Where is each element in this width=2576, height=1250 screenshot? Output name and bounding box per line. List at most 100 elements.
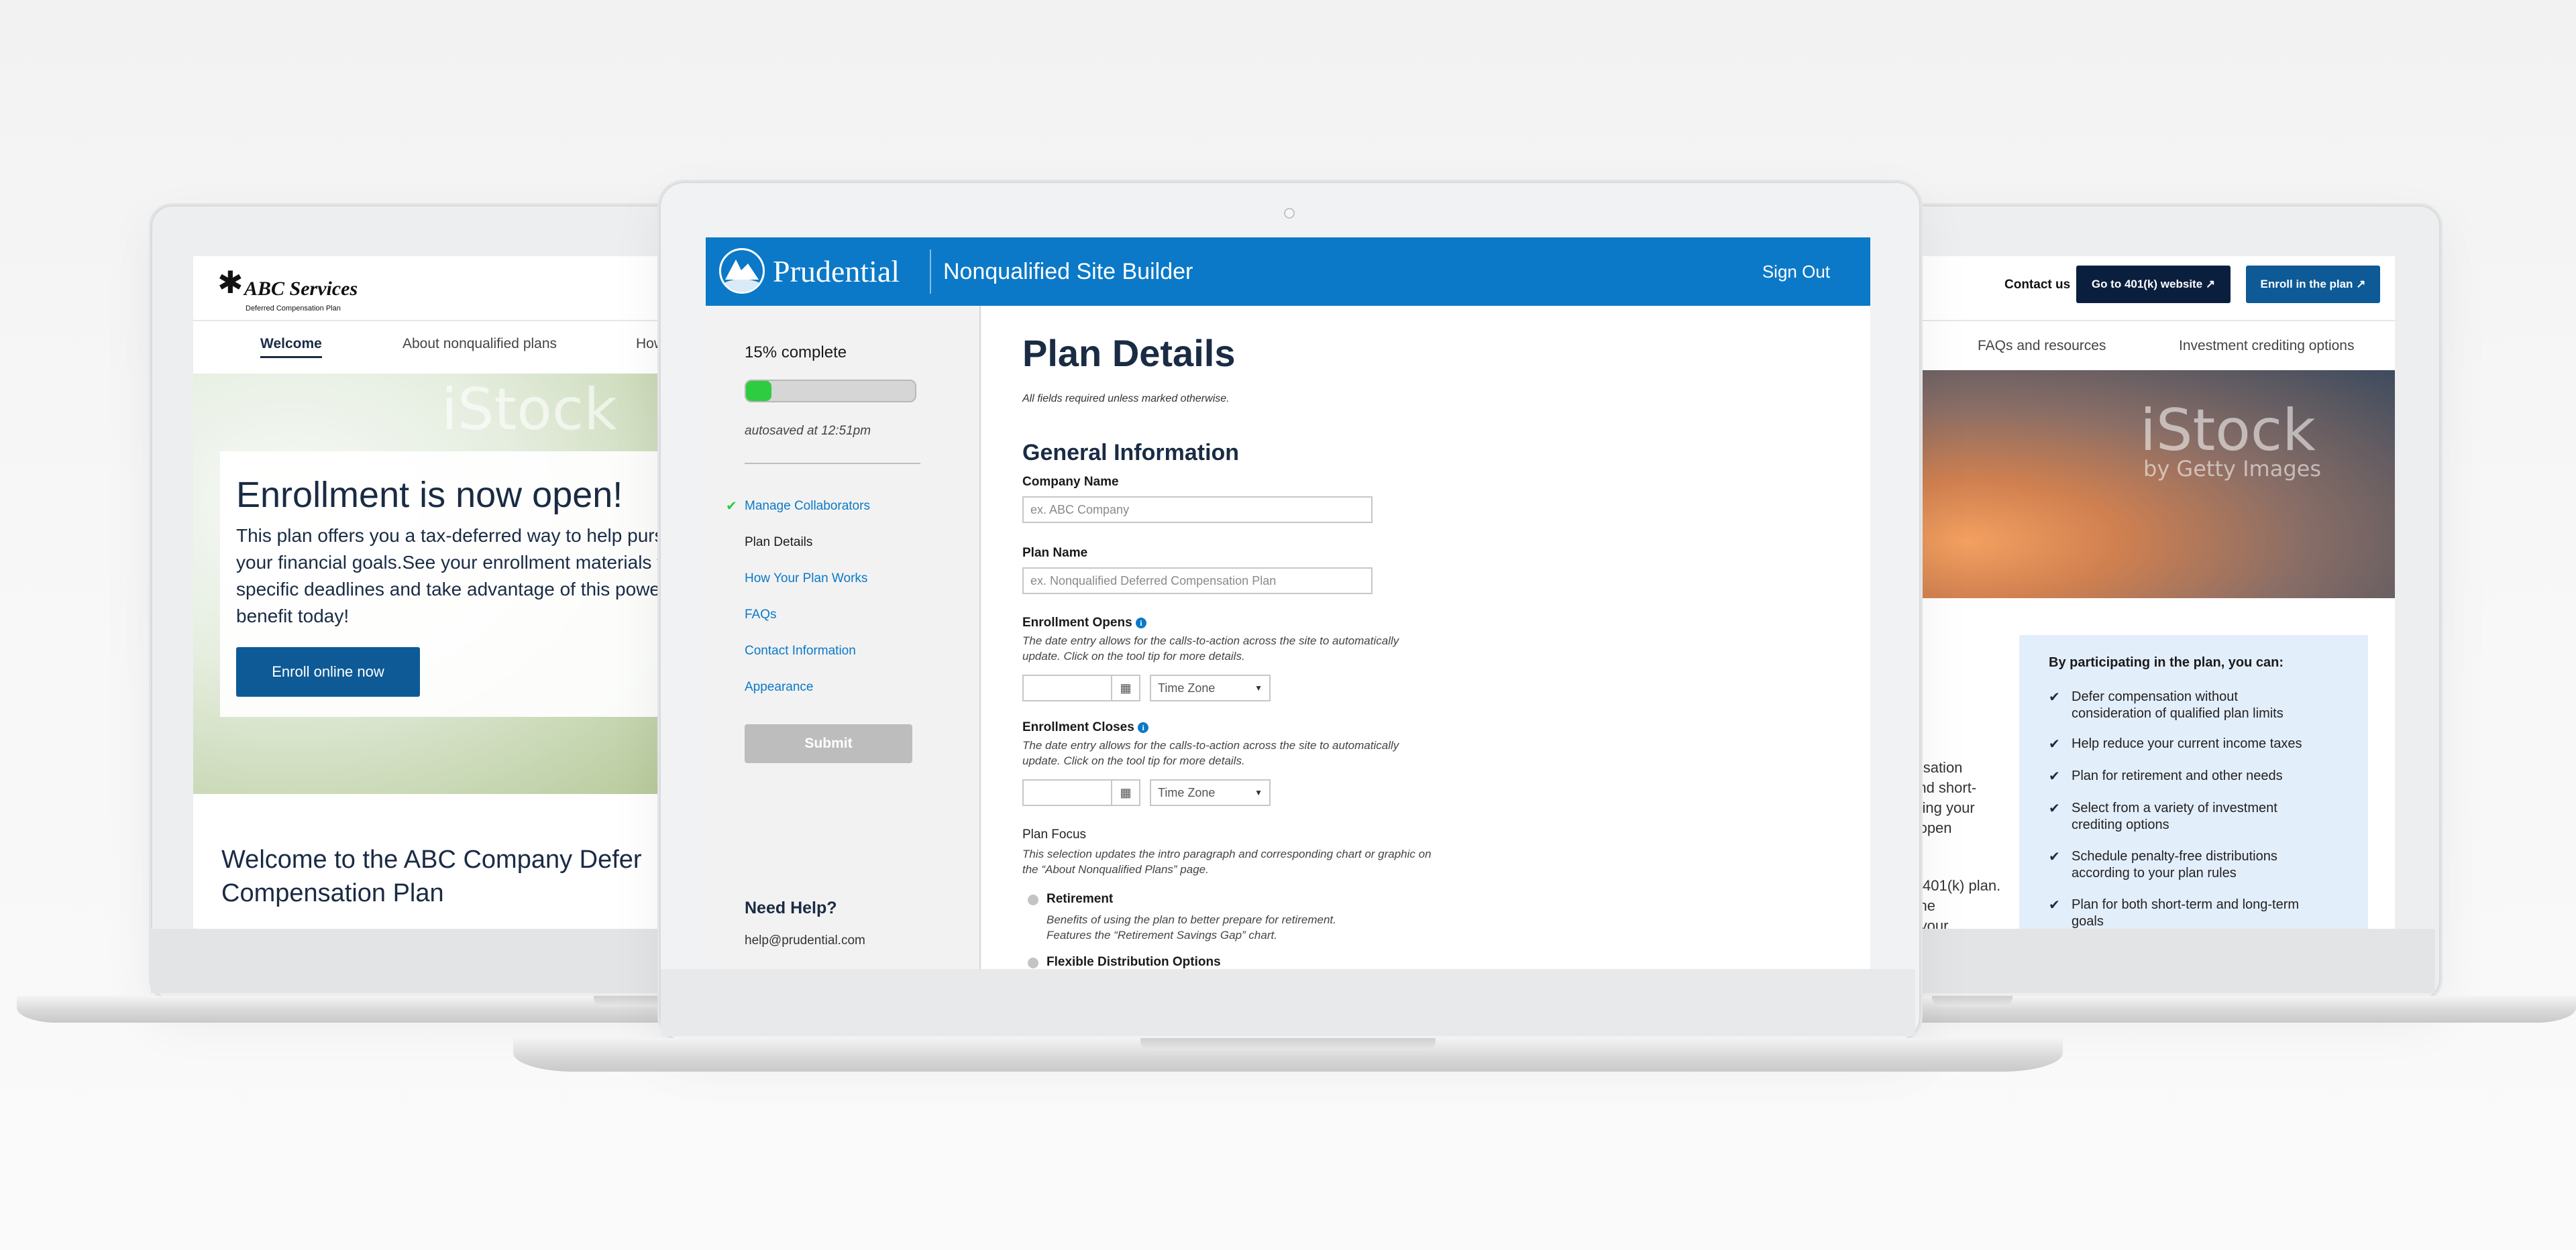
help-email[interactable]: help@prudential.com [745,933,865,948]
check-icon: ✔ [726,498,737,514]
hero-watermark: iStock [441,376,617,443]
brand-name: ABC Services [244,278,358,300]
flexible-radio[interactable] [1028,958,1038,968]
checkmark-icon: ✔ [2049,736,2060,752]
center-laptop-chin [661,969,1915,1036]
right-hero-watermark: iStock [2140,397,2316,464]
calendar-icon[interactable]: ▦ [1111,781,1139,805]
enrollment-closes-label: Enrollment Closes i [1022,720,1149,735]
retirement-option-label[interactable]: Retirement [1046,892,1113,907]
right-laptop-notch [1932,996,2012,1007]
right-site-screen: Contact us Go to 401(k) website ↗ Enroll… [1892,256,2395,929]
submit-label: Submit [804,736,853,751]
submit-button[interactable]: Submit [745,724,912,763]
nav-plan-details[interactable]: Plan Details [745,535,812,550]
info-icon[interactable]: i [1135,618,1146,628]
checkmark-icon: ✔ [2049,689,2060,705]
hero-text-line: This plan offers you a tax-deferred way … [236,525,685,546]
section-title: General Information [1022,440,1240,465]
plan-name-label: Plan Name [1022,546,1088,560]
enroll-online-label: Enroll online now [272,663,384,680]
welcome-heading-line: Welcome to the ABC Company Defer [221,846,642,874]
enrollment-closes-timezone-select[interactable]: Time Zone ▼ [1150,779,1271,806]
enrollment-opens-timezone-select[interactable]: Time Zone ▼ [1150,675,1271,701]
hero-text-line: benefit today! [236,606,350,626]
app-title: Nonqualified Site Builder [943,259,1193,284]
body-text-line: 401(k) plan. [1923,877,2001,894]
topbar-divider [930,249,931,294]
left-site-nav: Welcome About nonqualified plans How [193,321,686,374]
nav-investment[interactable]: Investment crediting options [2179,338,2354,354]
right-laptop-chin [1875,929,2435,993]
chevron-down-icon: ▼ [1254,788,1263,797]
nav-about[interactable]: About nonqualified plans [402,336,557,352]
hero-text: This plan offers you a tax-deferred way … [236,522,686,630]
enrollment-closes-hint: The date entry allows for the calls-to-a… [1022,739,1399,767]
benefits-title: By participating in the plan, you can: [2049,655,2284,670]
retirement-option-desc: Benefits of using the plan to better pre… [1046,913,1336,942]
contact-us-link[interactable]: Contact us [2004,278,2070,292]
enroll-in-plan-label: Enroll in the plan [2260,278,2353,290]
nav-manage-collaborators[interactable]: Manage Collaborators [745,499,870,514]
sidebar-divider [745,463,920,464]
company-name-input[interactable]: ex. ABC Company [1022,496,1373,523]
hero-text-line: specific deadlines and take advantage of… [236,579,686,600]
enrollment-opens-hint: The date entry allows for the calls-to-a… [1022,634,1399,663]
builder-sidebar: 15% complete autosaved at 12:51pm ✔ Mana… [706,306,981,969]
welcome-heading: Welcome to the ABC Company Defer Compens… [221,843,642,910]
info-icon[interactable]: i [1138,722,1149,733]
go-401k-button[interactable]: Go to 401(k) website ↗ [2076,266,2231,303]
hero-banner: iStock Enrollment is now open! This plan… [193,374,686,794]
retirement-radio[interactable] [1028,895,1038,905]
benefit-item: Help reduce your current income taxes [2072,736,2302,751]
center-laptop-notch [1140,1038,1436,1050]
flexible-option-label[interactable]: Flexible Distribution Options [1046,955,1221,969]
right-header-divider [1892,320,2395,321]
benefits-panel: By participating in the plan, you can: ✔… [2019,635,2368,929]
nav-how-your-plan-works[interactable]: How Your Plan Works [745,571,867,586]
autosave-text: autosaved at 12:51pm [745,424,871,438]
required-note: All fields required unless marked otherw… [1022,393,1230,404]
benefit-item: Plan for both short-term and long-term go… [2072,897,2300,929]
nav-faqs[interactable]: FAQs and resources [1978,338,2106,354]
benefit-item: Defer compensation without consideration … [2072,689,2284,721]
benefit-item: Schedule penalty-free distributions accor… [2072,849,2277,880]
enroll-online-button[interactable]: Enroll online now [236,647,420,697]
hero-text-line: your financial goals.See your enrollment… [236,552,679,573]
prudential-logo-text: Prudential [773,254,900,288]
hero-card: Enrollment is now open! This plan offers… [220,451,686,717]
abc-logo: ✱ ABC Services Deferred Compensation Pla… [217,264,385,312]
enrollment-opens-label: Enrollment Opens i [1022,616,1146,630]
nav-faqs[interactable]: FAQs [745,608,777,622]
left-site-screen: ✱ ABC Services Deferred Compensation Pla… [193,256,686,929]
right-hero-watermark-sub: by Getty Images [2143,456,2321,481]
enroll-in-plan-button[interactable]: Enroll in the plan ↗ [2246,266,2380,303]
camera-icon [1284,208,1295,219]
nav-appearance[interactable]: Appearance [745,680,813,695]
welcome-heading-line: Compensation Plan [221,879,444,907]
enrollment-closes-date-input[interactable]: ▦ [1022,779,1140,806]
calendar-icon[interactable]: ▦ [1111,676,1139,700]
external-link-icon: ↗ [2205,278,2216,290]
progress-label: 15% complete [745,343,847,361]
progress-fill [746,381,771,401]
app-topbar: Prudential Nonqualified Site Builder Sig… [706,237,1870,306]
benefit-item: Select from a variety of investment credi… [2072,801,2277,832]
nav-contact-information[interactable]: Contact Information [745,644,856,659]
right-hero-image: iStock by Getty Images [1892,370,2395,598]
plan-focus-label: Plan Focus [1022,828,1087,842]
plan-details-form: Plan Details All fields required unless … [981,306,1870,969]
plan-name-placeholder: ex. Nonqualified Deferred Compensation P… [1030,574,1277,587]
checkmark-icon: ✔ [2049,848,2060,864]
help-title: Need Help? [745,899,837,917]
plan-name-input[interactable]: ex. Nonqualified Deferred Compensation P… [1022,567,1373,594]
sign-out-link[interactable]: Sign Out [1762,262,1830,282]
plan-focus-hint: This selection updates the intro paragra… [1022,848,1432,876]
enrollment-opens-date-input[interactable]: ▦ [1022,675,1140,701]
app-screen: Prudential Nonqualified Site Builder Sig… [706,237,1870,969]
go-401k-label: Go to 401(k) website [2091,278,2203,290]
nav-welcome[interactable]: Welcome [260,336,322,358]
company-name-label: Company Name [1022,475,1119,489]
prudential-logo-icon [719,248,765,294]
left-site-header: ✱ ABC Services Deferred Compensation Pla… [193,256,686,321]
